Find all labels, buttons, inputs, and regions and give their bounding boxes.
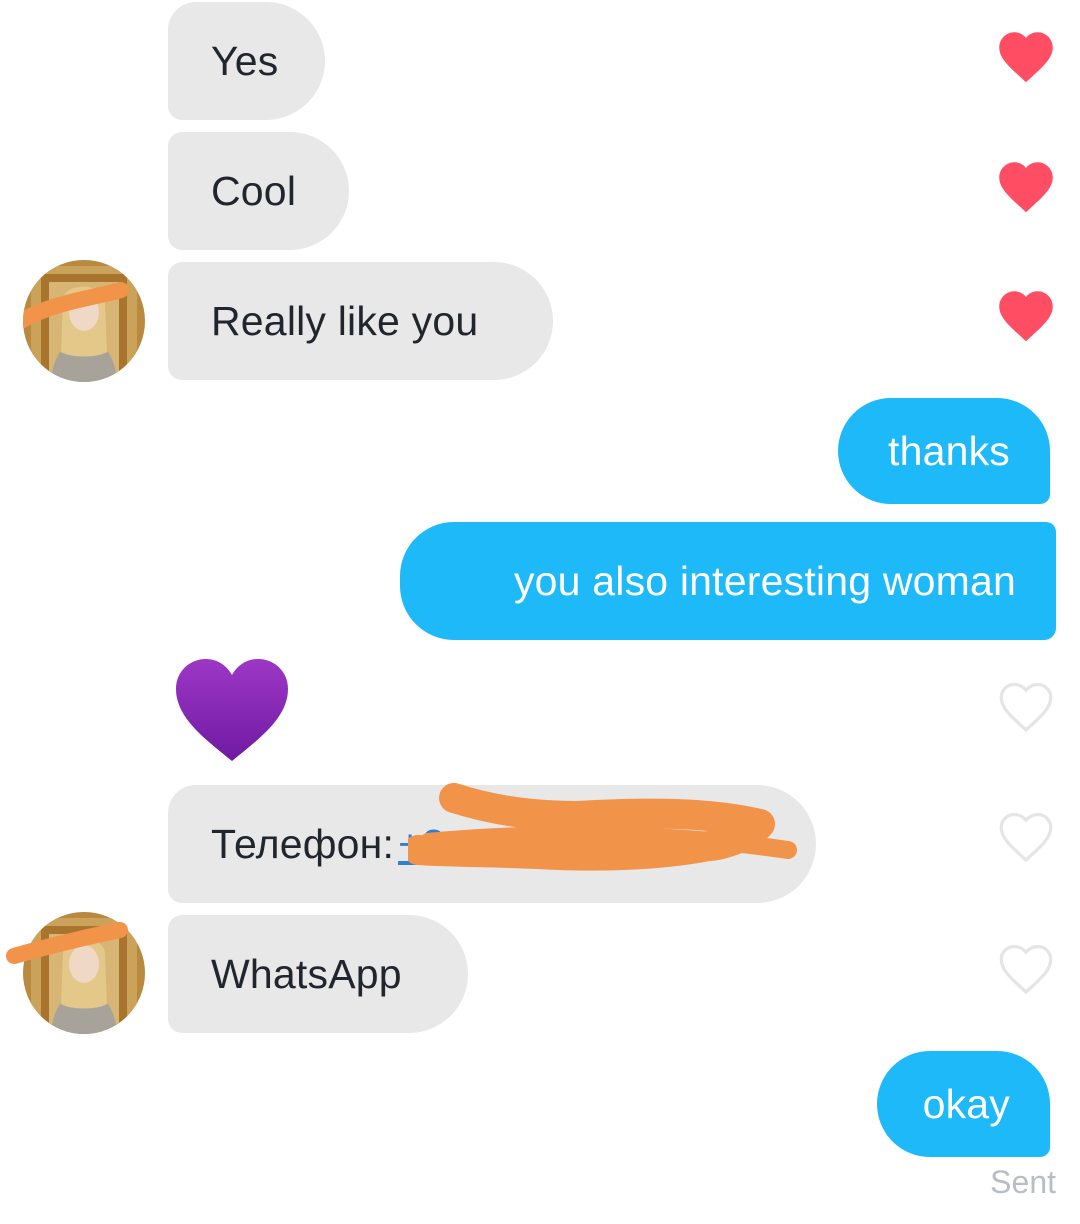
heart-icon[interactable] <box>996 287 1056 343</box>
message-cool[interactable]: Cool <box>168 132 349 250</box>
message-text: okay <box>922 1080 1010 1127</box>
heart-outline-icon[interactable] <box>996 678 1056 734</box>
message-text: Really like you <box>211 297 479 344</box>
message-thanks[interactable]: thanks <box>838 398 1050 504</box>
message-text: Yes <box>211 37 279 84</box>
message-really-like-you[interactable]: Really like you <box>168 262 553 380</box>
purple-heart-emoji[interactable] <box>172 655 292 765</box>
message-text: you also interesting woman <box>513 557 1016 604</box>
avatar[interactable] <box>23 260 145 382</box>
heart-outline-icon[interactable] <box>996 808 1056 864</box>
redaction-scribble <box>408 783 797 871</box>
phone-label: Телефон: <box>211 820 395 867</box>
sent-status: Sent <box>990 1164 1056 1200</box>
message-text: WhatsApp <box>211 950 402 997</box>
avatar-photo <box>23 260 145 382</box>
redaction-scribble <box>6 922 128 964</box>
heart-outline-icon[interactable] <box>996 940 1056 996</box>
message-text: Cool <box>211 167 297 214</box>
message-text: thanks <box>888 427 1010 474</box>
message-you-also-interesting-woman[interactable]: you also interesting woman <box>400 522 1056 640</box>
heart-icon[interactable] <box>996 28 1056 84</box>
message-yes[interactable]: Yes <box>168 2 325 120</box>
message-okay[interactable]: okay <box>877 1051 1050 1157</box>
heart-icon[interactable] <box>996 158 1056 214</box>
message-whatsapp[interactable]: WhatsApp <box>168 915 468 1033</box>
